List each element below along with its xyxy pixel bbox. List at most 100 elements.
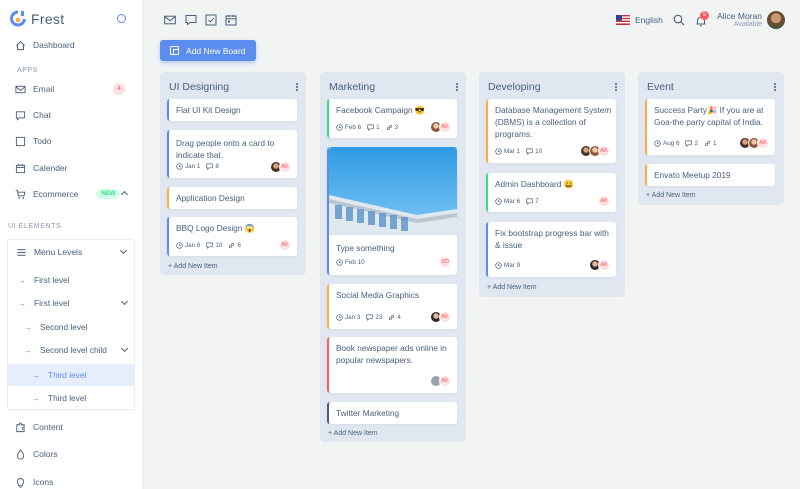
- avatar[interactable]: AK: [757, 137, 769, 149]
- nav-chat[interactable]: Chat: [0, 104, 143, 126]
- add-new-item-link[interactable]: + Add New Item: [487, 284, 537, 291]
- search-icon[interactable]: [673, 14, 685, 26]
- kanban-card[interactable]: BBQ Logo Design 😱 Jan 6 10 6 AK: [167, 217, 297, 256]
- card-date: Mar 1: [504, 148, 521, 155]
- first-level-item[interactable]: → First level: [7, 292, 135, 314]
- avatar[interactable]: AK: [439, 311, 451, 323]
- avatar[interactable]: SD: [439, 256, 451, 268]
- kanban-card[interactable]: Twitter Marketing: [327, 402, 457, 424]
- card-text: Facebook Campaign 😎: [336, 105, 426, 115]
- kanban-card-with-image[interactable]: Type something Feb 10 SD: [327, 147, 457, 275]
- card-comments-count: 2: [694, 140, 698, 147]
- more-vertical-icon[interactable]: [296, 83, 298, 91]
- kanban-card[interactable]: Book newspaper ads online in popular new…: [327, 337, 457, 393]
- add-new-item-link[interactable]: + Add New Item: [328, 430, 378, 437]
- third-level-item[interactable]: → Third level: [7, 387, 135, 409]
- kanban-card[interactable]: Flat UI Kit Design: [167, 99, 297, 121]
- sidebar-toggle-icon[interactable]: [117, 14, 126, 23]
- nav-menu-levels[interactable]: Menu Levels: [7, 241, 135, 263]
- nav-email[interactable]: Email 4: [0, 78, 143, 100]
- calendar-icon[interactable]: [225, 14, 237, 26]
- kanban-card[interactable]: Fix bootstrap progress bar with & issue …: [486, 222, 616, 277]
- second-level-child-item[interactable]: → Second level child: [7, 339, 135, 361]
- board-title[interactable]: UI Designing: [169, 81, 229, 93]
- chevron-down-icon[interactable]: [120, 297, 129, 306]
- chevron-up-icon[interactable]: [120, 190, 129, 199]
- nav-email-label: Email: [33, 84, 55, 94]
- card-avatars: AK: [580, 145, 610, 157]
- more-vertical-icon[interactable]: [456, 83, 458, 91]
- nav-icons[interactable]: Icons: [0, 471, 143, 489]
- user-avatar[interactable]: [767, 11, 785, 29]
- card-avatars: AK: [430, 375, 451, 387]
- add-new-item-link[interactable]: + Add New Item: [646, 192, 696, 199]
- board-title[interactable]: Event: [647, 81, 674, 93]
- kanban-card[interactable]: Drag people onto a card to indicate that…: [167, 130, 297, 178]
- card-text: Application Design: [176, 193, 245, 203]
- nav-content[interactable]: Content: [0, 416, 143, 438]
- card-text: Admin Dashboard 😀: [495, 179, 575, 189]
- avatar[interactable]: AK: [279, 239, 291, 251]
- kanban-card[interactable]: Database Management System (DBMS) is a c…: [486, 99, 616, 163]
- card-comments-count: 1: [376, 124, 380, 131]
- clock-icon: [176, 242, 183, 249]
- card-attachments-count: 3: [394, 124, 399, 131]
- checkbox-icon[interactable]: [205, 14, 217, 26]
- third-level-item-active[interactable]: → Third level: [8, 364, 134, 386]
- card-avatars: AK: [270, 161, 291, 173]
- avatar[interactable]: AK: [598, 259, 610, 271]
- board-title[interactable]: Marketing: [329, 81, 375, 93]
- link-icon: [386, 124, 392, 131]
- board-title[interactable]: Developing: [488, 81, 541, 93]
- nav-todo-label: Todo: [33, 136, 52, 146]
- board-marketing: Marketing Facebook Campaign 😎 Feb 6 1 3 …: [320, 72, 466, 442]
- brand[interactable]: Frest: [10, 10, 64, 27]
- chevron-down-icon[interactable]: [119, 246, 128, 255]
- nav-todo[interactable]: Todo: [0, 130, 143, 152]
- language-selector[interactable]: English: [635, 15, 663, 25]
- first-level-item[interactable]: → First level: [7, 269, 135, 291]
- mail-icon[interactable]: [164, 14, 176, 26]
- us-flag-icon: [616, 15, 630, 25]
- kanban-card[interactable]: Facebook Campaign 😎 Feb 6 1 3 AK: [327, 99, 457, 138]
- puzzle-icon: [14, 421, 26, 433]
- add-new-board-label: Add New Board: [186, 45, 246, 56]
- chat-icon[interactable]: [185, 14, 197, 26]
- comment-icon: [206, 163, 214, 170]
- kanban-card[interactable]: Application Design: [167, 187, 297, 209]
- card-attachments-count: 1: [712, 140, 717, 147]
- chevron-down-icon[interactable]: [120, 344, 129, 353]
- card-text: Database Management System (DBMS) is a c…: [495, 105, 612, 139]
- avatar[interactable]: AK: [598, 145, 610, 157]
- avatar[interactable]: AK: [439, 121, 451, 133]
- kanban-card[interactable]: Envato Meetup 2019: [645, 164, 775, 186]
- card-text: Flat UI Kit Design: [176, 105, 241, 115]
- kanban-card[interactable]: Admin Dashboard 😀 Mar 6 7 AK: [486, 173, 616, 212]
- avatar[interactable]: AK: [279, 161, 291, 173]
- nav-colors[interactable]: Colors: [0, 443, 143, 465]
- kanban-card[interactable]: Success Party🎉 If you are at Goa-the par…: [645, 99, 775, 155]
- card-meta: Jan 3 23 4: [336, 314, 407, 321]
- add-new-item-link[interactable]: + Add New Item: [168, 263, 218, 270]
- more-vertical-icon[interactable]: [774, 83, 776, 91]
- nav-ecommerce[interactable]: Ecommerce NEW: [0, 183, 143, 205]
- avatar[interactable]: AK: [439, 375, 451, 387]
- home-icon: [14, 39, 26, 51]
- more-vertical-icon[interactable]: [615, 83, 617, 91]
- second-level-item[interactable]: → Second level: [7, 316, 135, 338]
- nav-calender-label: Calender: [33, 163, 68, 173]
- user-name[interactable]: Alice Moran: [717, 11, 762, 21]
- add-new-board-button[interactable]: Add New Board: [160, 40, 256, 61]
- kanban-card[interactable]: Social Media Graphics Jan 3 23 4 AK: [327, 284, 457, 329]
- card-date: Mar 9: [504, 262, 521, 269]
- card-text: Type something: [336, 243, 395, 253]
- card-meta: Mar 1 10: [495, 148, 548, 155]
- nav-dashboard[interactable]: Dashboard: [0, 34, 143, 56]
- board-ui-designing: UI Designing Flat UI Kit Design Drag peo…: [160, 72, 306, 275]
- avatar[interactable]: AK: [598, 195, 610, 207]
- card-text: Book newspaper ads online in popular new…: [336, 343, 447, 365]
- card-comments-count: 8: [215, 163, 219, 170]
- nav-calender[interactable]: Calender: [0, 157, 143, 179]
- card-date: Feb 6: [345, 124, 362, 131]
- card-text: Envato Meetup 2019: [654, 170, 731, 180]
